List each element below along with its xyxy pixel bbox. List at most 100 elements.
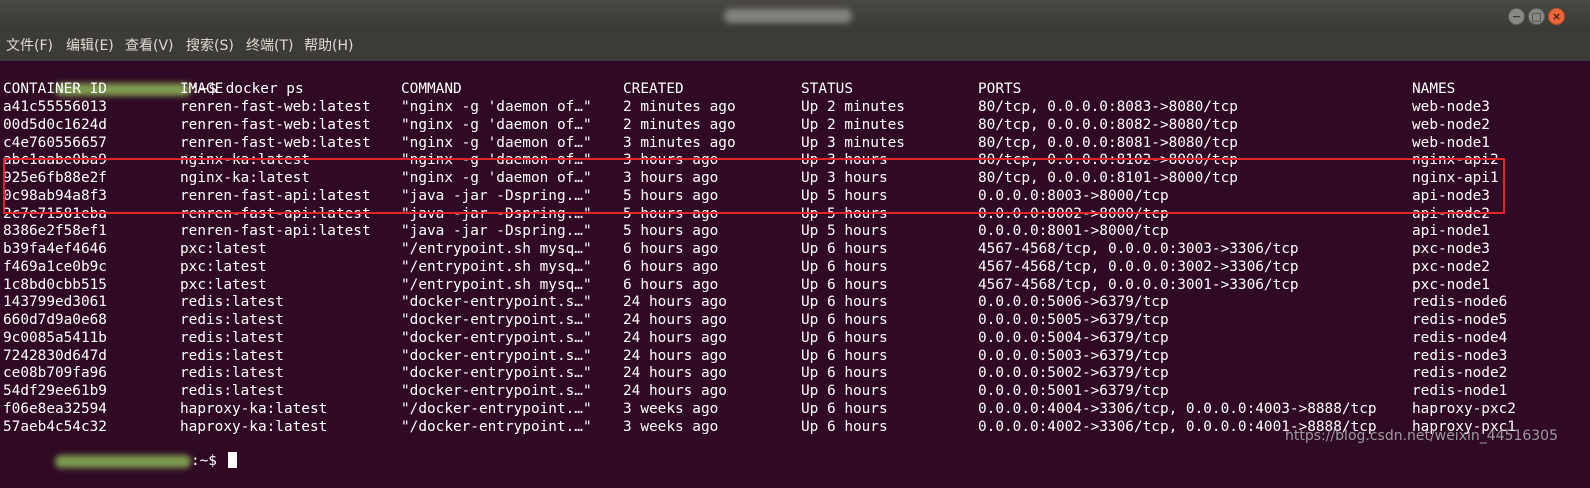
- header-status: STATUS: [801, 81, 853, 97]
- close-button[interactable]: ×: [1548, 8, 1565, 25]
- cell-created: 24 hours ago: [623, 312, 727, 328]
- minimize-button[interactable]: −: [1508, 8, 1525, 25]
- cell-status: Up 6 hours: [801, 383, 888, 399]
- menu-file[interactable]: 文件(F): [6, 38, 53, 55]
- menu-terminal[interactable]: 终端(T): [246, 38, 293, 55]
- cell-command: "docker-entrypoint.s…": [401, 365, 592, 382]
- cell-created: 3 hours ago: [623, 170, 719, 186]
- watermark: https://blog.csdn.net/weixin_44516305: [1284, 428, 1558, 444]
- cell-container-id: 143799ed3061: [3, 294, 107, 311]
- cell-created: 3 weeks ago: [623, 418, 719, 435]
- cell-image: pxc:latest: [180, 241, 267, 257]
- cell-command: "nginx -g 'daemon of…": [401, 116, 592, 133]
- cell-ports: 0.0.0.0:5006->6379/tcp: [978, 294, 1169, 311]
- cell-container-id: 1c8bd0cbb515: [3, 276, 107, 293]
- cell-created: 3 weeks ago: [623, 400, 719, 417]
- cell-status: Up 2 minutes: [801, 99, 905, 115]
- cell-names: nginx-api2: [1412, 152, 1499, 169]
- cell-status: Up 6 hours: [801, 329, 888, 346]
- cell-created: 6 hours ago: [623, 241, 719, 257]
- cell-names: redis-node4: [1412, 329, 1508, 346]
- cell-names: pxc-node2: [1412, 258, 1490, 275]
- cell-created: 24 hours ago: [623, 365, 727, 382]
- cell-image: redis:latest: [180, 365, 284, 382]
- cell-image: pxc:latest: [180, 276, 267, 293]
- command-line: :~$ docker ps: [3, 62, 304, 97]
- cell-ports: 0.0.0.0:5001->6379/tcp: [978, 383, 1169, 399]
- prompt-line: :~$: [3, 434, 237, 469]
- cell-created: 3 hours ago: [623, 152, 719, 169]
- cell-container-id: 00d5d0c1624d: [3, 116, 107, 133]
- header-ports: PORTS: [978, 81, 1022, 97]
- cell-command: "docker-entrypoint.s…": [401, 383, 592, 399]
- terminal-output[interactable]: :~$ docker ps CONTAINER ID IMAGE COMMAND…: [0, 61, 1590, 469]
- cell-ports: 0.0.0.0:8003->8000/tcp: [978, 187, 1169, 204]
- title-bar[interactable]: − □ ×: [0, 0, 1590, 32]
- cell-names: pxc-node1: [1412, 276, 1490, 293]
- cell-command: "/docker-entrypoint.…": [401, 418, 592, 435]
- cell-created: 3 minutes ago: [623, 134, 736, 151]
- cell-created: 24 hours ago: [623, 383, 727, 399]
- cell-status: Up 3 hours: [801, 152, 888, 169]
- cell-command: "/docker-entrypoint.…": [401, 400, 592, 417]
- cell-ports: 0.0.0.0:5002->6379/tcp: [978, 365, 1169, 382]
- header-container-id: CONTAINER ID: [3, 81, 107, 97]
- cell-container-id: abc1aabe0ba9: [3, 152, 107, 169]
- cell-created: 5 hours ago: [623, 205, 719, 222]
- cell-status: Up 2 minutes: [801, 116, 905, 133]
- cell-ports: 0.0.0.0:5005->6379/tcp: [978, 312, 1169, 328]
- cell-created: 6 hours ago: [623, 258, 719, 275]
- cell-image: redis:latest: [180, 329, 284, 346]
- cell-command: "docker-entrypoint.s…": [401, 329, 592, 346]
- cell-image: renren-fast-api:latest: [180, 223, 371, 240]
- cell-container-id: 54df29ee61b9: [3, 383, 107, 399]
- cell-ports: 80/tcp, 0.0.0.0:8102->8000/tcp: [978, 152, 1238, 169]
- cell-status: Up 6 hours: [801, 400, 888, 417]
- cell-created: 24 hours ago: [623, 294, 727, 311]
- cell-names: redis-node6: [1412, 294, 1508, 311]
- cell-status: Up 5 hours: [801, 187, 888, 204]
- cell-created: 6 hours ago: [623, 276, 719, 293]
- cell-created: 2 minutes ago: [623, 116, 736, 133]
- menu-search[interactable]: 搜索(S): [186, 38, 234, 55]
- cell-ports: 80/tcp, 0.0.0.0:8101->8000/tcp: [978, 170, 1238, 186]
- redacted-window-title: [724, 9, 852, 23]
- menu-help[interactable]: 帮助(H): [304, 38, 353, 55]
- header-image: IMAGE: [180, 81, 224, 97]
- cell-image: pxc:latest: [180, 258, 267, 275]
- cell-ports: 0.0.0.0:5004->6379/tcp: [978, 329, 1169, 346]
- cell-container-id: f469a1ce0b9c: [3, 258, 107, 275]
- menu-bar: 文件(F) 编辑(E) 查看(V) 搜索(S) 终端(T) 帮助(H): [0, 32, 1590, 61]
- cell-status: Up 6 hours: [801, 347, 888, 364]
- maximize-button[interactable]: □: [1528, 8, 1545, 25]
- menu-view[interactable]: 查看(V): [125, 38, 174, 55]
- cell-command: "java -jar -Dspring.…": [401, 205, 592, 222]
- terminal-window: − □ × 文件(F) 编辑(E) 查看(V) 搜索(S) 终端(T) 帮助(H…: [0, 0, 1590, 469]
- text-cursor: [227, 452, 237, 468]
- cell-ports: 0.0.0.0:4004->3306/tcp, 0.0.0.0:4003->88…: [978, 400, 1377, 417]
- cell-image: redis:latest: [180, 294, 284, 311]
- cell-names: web-node2: [1412, 116, 1490, 133]
- cell-image: renren-fast-api:latest: [180, 187, 371, 204]
- cell-status: Up 5 hours: [801, 205, 888, 222]
- cell-command: "docker-entrypoint.s…": [401, 347, 592, 364]
- cell-status: Up 6 hours: [801, 241, 888, 257]
- menu-edit[interactable]: 编辑(E): [66, 38, 114, 55]
- cell-image: redis:latest: [180, 312, 284, 328]
- cell-image: redis:latest: [180, 347, 284, 364]
- cell-command: "nginx -g 'daemon of…": [401, 170, 592, 186]
- cell-status: Up 6 hours: [801, 365, 888, 382]
- cell-ports: 4567-4568/tcp, 0.0.0.0:3003->3306/tcp: [978, 241, 1299, 257]
- prompt-end: :~$: [190, 453, 226, 469]
- cell-status: Up 6 hours: [801, 258, 888, 275]
- cell-status: Up 6 hours: [801, 418, 888, 435]
- cell-ports: 80/tcp, 0.0.0.0:8083->8080/tcp: [978, 99, 1238, 115]
- cell-command: "/entrypoint.sh mysq…": [401, 241, 592, 257]
- cell-command: "/entrypoint.sh mysq…": [401, 276, 592, 293]
- cell-container-id: b39fa4ef4646: [3, 241, 107, 257]
- cell-image: renren-fast-web:latest: [180, 134, 371, 151]
- cell-ports: 0.0.0.0:8001->8000/tcp: [978, 223, 1169, 240]
- cell-names: nginx-api1: [1412, 170, 1499, 186]
- cell-ports: 4567-4568/tcp, 0.0.0.0:3001->3306/tcp: [978, 276, 1299, 293]
- cell-status: Up 6 hours: [801, 276, 888, 293]
